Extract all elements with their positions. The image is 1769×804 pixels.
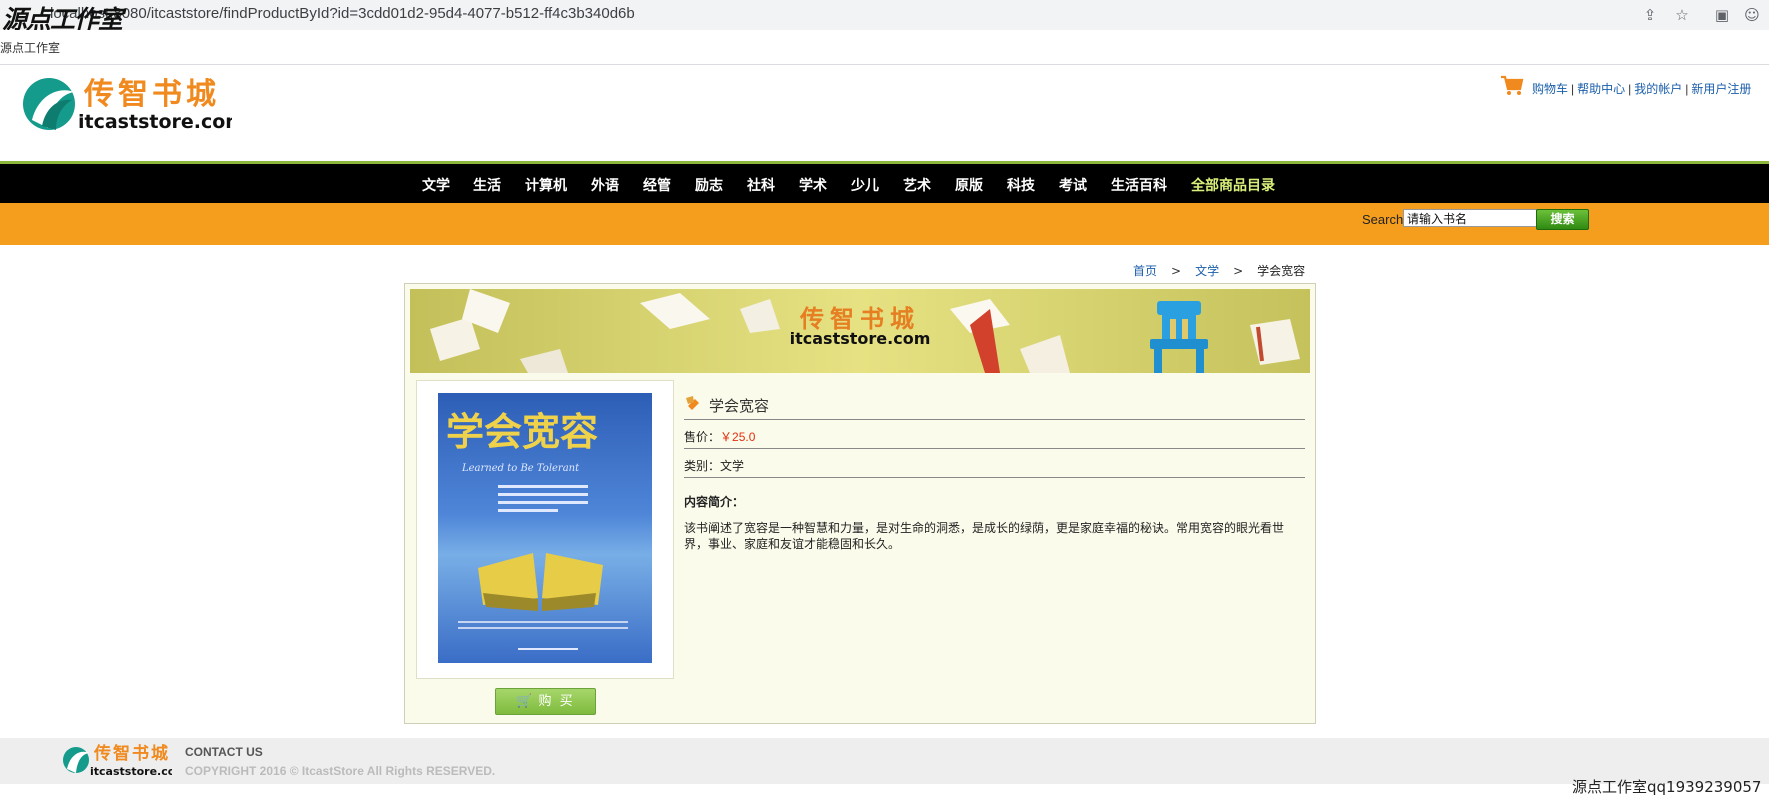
bookmark-star-icon[interactable]: ☆ bbox=[1672, 5, 1692, 25]
nav-item[interactable]: 文学 bbox=[422, 175, 450, 195]
price-value: ￥25.0 bbox=[720, 430, 756, 444]
svg-text:传智书城: 传智书城 bbox=[83, 77, 220, 112]
copyright-text: COPYRIGHT 2016 © ItcastStore All Rights … bbox=[185, 764, 496, 778]
product-title: 学会宽容 bbox=[709, 397, 770, 415]
nav-item[interactable]: 学术 bbox=[799, 175, 827, 195]
product-cover-image[interactable]: 学会宽容 Learned to Be Tolerant bbox=[438, 393, 652, 663]
nav-item[interactable]: 生活百科 bbox=[1111, 175, 1167, 195]
breadcrumb-category[interactable]: 文学 bbox=[1195, 264, 1219, 278]
nav-item[interactable]: 社科 bbox=[747, 175, 775, 195]
price-row: 售价：￥25.0 bbox=[684, 428, 755, 445]
buy-button[interactable]: 🛒 购 买 bbox=[495, 688, 596, 715]
store-banner: 传智书城 itcaststore.com bbox=[410, 289, 1310, 373]
buy-button-label: 购 买 bbox=[538, 694, 575, 709]
nav-item[interactable]: 励志 bbox=[695, 175, 723, 195]
svg-text:Learned to Be Tolerant: Learned to Be Tolerant bbox=[461, 463, 580, 474]
cart-icon: 🛒 bbox=[516, 694, 533, 709]
footer-logo: 传智书城 itcaststore.com bbox=[63, 743, 172, 778]
register-link[interactable]: 新用户注册 bbox=[1691, 82, 1751, 96]
product-description: 该书阐述了宽容是一种智慧和力量，是对生命的洞悉，是成长的绿荫，更是家庭幸福的秘诀… bbox=[684, 521, 1285, 551]
profile-icon[interactable]: ☺ bbox=[1742, 5, 1762, 25]
category-label: 类别： bbox=[684, 459, 721, 473]
overlay-caption: 源点工作室qq1939239057 bbox=[1572, 778, 1762, 796]
svg-text:itcaststore.com: itcaststore.com bbox=[790, 329, 931, 348]
category-row: 类别：文学 bbox=[684, 457, 744, 474]
cart-icon[interactable] bbox=[1500, 74, 1524, 98]
divider bbox=[684, 477, 1305, 478]
nav-item-all-products[interactable]: 全部商品目录 bbox=[1191, 175, 1275, 195]
help-center-link[interactable]: 帮助中心 bbox=[1577, 82, 1625, 96]
nav-item[interactable]: 少儿 bbox=[851, 175, 879, 195]
share-icon[interactable]: ⇪ bbox=[1640, 5, 1660, 25]
search-input[interactable] bbox=[1403, 209, 1537, 227]
divider bbox=[684, 448, 1305, 449]
svg-text:itcaststore.com: itcaststore.com bbox=[78, 111, 232, 133]
nav-item[interactable]: 科技 bbox=[1007, 175, 1035, 195]
my-account-link[interactable]: 我的帐户 bbox=[1634, 82, 1682, 96]
breadcrumb-home[interactable]: 首页 bbox=[1133, 264, 1157, 278]
price-label: 售价： bbox=[684, 430, 721, 444]
category-nav-bar bbox=[0, 164, 1769, 203]
site-logo[interactable]: 传智书城 itcaststore.com bbox=[22, 76, 232, 136]
side-panel-icon[interactable]: ▣ bbox=[1712, 5, 1732, 25]
nav-item[interactable]: 考试 bbox=[1059, 175, 1087, 195]
nav-item[interactable]: 原版 bbox=[955, 175, 983, 195]
breadcrumb: 首页 > 文学 > 学会宽容 bbox=[1133, 264, 1306, 278]
top-links: 购物车 | 帮助中心 | 我的帐户 | 新用户注册 bbox=[1532, 82, 1752, 96]
address-bar[interactable]: localhost:8080/itcaststore/findProductBy… bbox=[50, 5, 635, 22]
svg-text:itcaststore.com: itcaststore.com bbox=[90, 765, 172, 778]
category-value: 文学 bbox=[720, 459, 745, 473]
breadcrumb-current: 学会宽容 bbox=[1257, 264, 1306, 278]
svg-text:传智书城: 传智书城 bbox=[93, 743, 170, 764]
nav-item[interactable]: 经管 bbox=[643, 175, 671, 195]
nav-item[interactable]: 艺术 bbox=[903, 175, 931, 195]
nav-item[interactable]: 生活 bbox=[473, 175, 501, 195]
divider bbox=[684, 419, 1305, 420]
search-label: Search bbox=[1362, 212, 1404, 227]
svg-text:学会宽容: 学会宽容 bbox=[446, 409, 598, 454]
cart-link[interactable]: 购物车 bbox=[1532, 82, 1568, 96]
contact-us-link[interactable]: CONTACT US bbox=[185, 745, 263, 759]
description-label: 内容简介： bbox=[684, 495, 745, 509]
bookmark-item[interactable]: 源点工作室 bbox=[0, 39, 60, 56]
nav-item[interactable]: 计算机 bbox=[525, 175, 567, 195]
nav-item[interactable]: 外语 bbox=[591, 175, 619, 195]
bookmarks-bar bbox=[0, 30, 1769, 65]
search-button[interactable]: 搜索 bbox=[1536, 209, 1589, 230]
pin-icon bbox=[686, 396, 699, 410]
